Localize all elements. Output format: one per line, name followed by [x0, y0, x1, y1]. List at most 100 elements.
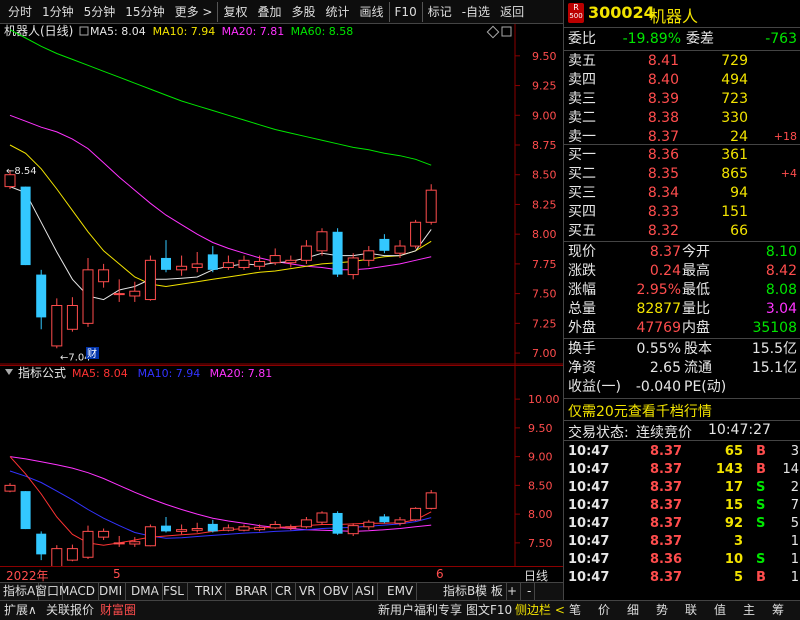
- toolbar-item-6[interactable]: 叠加: [252, 2, 286, 22]
- main-candle-11: [176, 265, 188, 271]
- sidebar-toggle[interactable]: 侧边栏 <: [515, 601, 565, 620]
- indicator-chart[interactable]: 10.00 9.50 9.00 8.50 8.00 7.50 指标公式 MA5: 8.04 MA…: [0, 365, 563, 566]
- main-candle-6: [98, 269, 110, 283]
- buy-volume: 94: [730, 185, 748, 201]
- divider: [564, 144, 800, 145]
- sell-label: 卖三: [568, 91, 596, 107]
- panel-tab-1[interactable]: 价: [598, 601, 610, 620]
- sub-candle-10: [161, 525, 171, 532]
- trade-row: 10:47 8.37 17 S 2: [564, 479, 800, 497]
- sub-candle-5: [82, 530, 94, 558]
- buy-row-3[interactable]: 买四 8.33 151: [564, 203, 800, 221]
- trade-count: 5: [790, 516, 799, 531]
- indicator-tab-4[interactable]: DMA: [128, 583, 163, 600]
- toolbar-item-7[interactable]: 多股: [286, 2, 320, 22]
- indicator-tab-10[interactable]: OBV: [320, 583, 353, 600]
- buy-volume: 151: [721, 204, 748, 220]
- y-tick-label: 8.50: [532, 169, 557, 182]
- level2-promo-link[interactable]: 仅需20元查看千档行情: [568, 401, 712, 421]
- panel-tab-4[interactable]: 联: [685, 601, 697, 620]
- buy-row-4[interactable]: 买五 8.32 66: [564, 222, 800, 240]
- stat-label: 现价: [568, 244, 596, 260]
- buy-row-1[interactable]: 买二 8.35 865 +4: [564, 165, 800, 183]
- toolbar-item-4[interactable]: 更多 >: [170, 2, 218, 22]
- stat2-value: 15.5亿: [751, 341, 797, 357]
- toolbar-item-5[interactable]: 复权: [217, 1, 252, 22]
- new-user-promo[interactable]: 新用户福利专享: [378, 601, 462, 620]
- sub-candle-17: [269, 523, 281, 529]
- toolbar-item-12[interactable]: -自选: [457, 2, 495, 22]
- trade-price: 8.37: [650, 480, 683, 495]
- indicator-tab-8[interactable]: CR: [272, 583, 296, 600]
- panel-tab-3[interactable]: 势: [656, 601, 668, 620]
- toolbar-item-3[interactable]: 15分钟: [120, 2, 169, 22]
- expand-button[interactable]: 扩展∧: [4, 601, 37, 620]
- webi-row: 委比 -19.89% 委差 -763: [564, 30, 800, 48]
- panel-tabs: 笔价细势联值主筹: [563, 601, 800, 620]
- indicator-tab-16[interactable]: -: [524, 583, 536, 600]
- related-quote-tab[interactable]: 关联报价: [46, 601, 94, 620]
- sub-candle-11: [176, 529, 188, 532]
- toolbar-item-9[interactable]: 画线: [355, 2, 389, 22]
- sub-candle-0: [4, 484, 16, 492]
- time-axis-label-may: 5: [113, 567, 121, 581]
- sub-candle-19: [300, 519, 312, 528]
- indicator-tab-2[interactable]: MACD: [56, 583, 99, 600]
- panel-tab-6[interactable]: 主: [743, 601, 755, 620]
- trade-time: 10:47: [568, 570, 610, 585]
- buy-row-2[interactable]: 买三 8.34 94: [564, 184, 800, 202]
- main-candle-20: [316, 231, 328, 252]
- ma-legend-1: MA10: 7.94: [153, 25, 216, 38]
- wealth-circle-tab[interactable]: 财富圈: [100, 601, 136, 620]
- f10-tab[interactable]: 图文F10: [466, 601, 512, 620]
- panel-tab-0[interactable]: 笔: [569, 601, 581, 620]
- divider: [564, 338, 800, 339]
- stat2-value: -0.040: [635, 379, 681, 395]
- toolbar-item-10[interactable]: F10: [388, 1, 422, 22]
- sub-ma-legend-0: MA5: 8.04: [72, 367, 128, 380]
- toolbar-item-2[interactable]: 5分钟: [79, 2, 121, 22]
- indicator-tab-14[interactable]: 模 板: [472, 583, 507, 600]
- toolbar-item-1[interactable]: 1分钟: [37, 2, 79, 22]
- stat-value: 8.37: [649, 244, 681, 260]
- sub-candle-9: [144, 526, 156, 547]
- panel-tab-5[interactable]: 值: [714, 601, 726, 620]
- buy-row-0[interactable]: 买一 8.36 361: [564, 146, 800, 164]
- stat2-value: 2.65: [649, 360, 681, 376]
- toolbar-item-13[interactable]: 返回: [495, 2, 529, 22]
- indicator-tab-5[interactable]: FSL: [160, 583, 188, 600]
- indicator-tab-11[interactable]: ASI: [352, 583, 379, 600]
- bottom-bar: 扩展∧ 关联报价 财富圈 新用户福利专享 图文F10 侧边栏 < 笔价细势联值主…: [0, 600, 800, 620]
- trade-time: 10:47: [568, 552, 610, 567]
- sub-candle-1: [20, 491, 31, 530]
- trade-count: 14: [782, 462, 799, 477]
- y-tick-label: 7.25: [532, 317, 557, 330]
- main-candle-10: [161, 257, 171, 270]
- indicator-tab-6[interactable]: TRIX: [192, 583, 227, 600]
- toolbar-item-0[interactable]: 分时: [3, 2, 37, 22]
- indicator-tab-3[interactable]: DMI: [96, 583, 127, 600]
- sell-row-1[interactable]: 卖四 8.40 494: [564, 71, 800, 89]
- indicator-tab-7[interactable]: BRAR: [232, 583, 272, 600]
- trade-row: 10:47 8.37 65 B 3: [564, 443, 800, 461]
- toolbar-item-11[interactable]: 标记: [421, 1, 457, 22]
- buy-volume: 361: [721, 147, 748, 163]
- sell-row-0[interactable]: 卖五 8.41 729: [564, 52, 800, 70]
- main-candle-24: [379, 238, 390, 251]
- trade-side: S: [756, 552, 766, 567]
- main-candle-25: [394, 245, 406, 254]
- trade-count: 7: [790, 498, 799, 513]
- trade-count: 1: [790, 552, 799, 567]
- indicator-tab-9[interactable]: VR: [296, 583, 320, 600]
- indicator-tab-12[interactable]: EMV: [384, 583, 418, 600]
- sell-row-2[interactable]: 卖三 8.39 723: [564, 90, 800, 108]
- toolbar-item-8[interactable]: 统计: [321, 2, 355, 22]
- panel-tab-2[interactable]: 细: [627, 601, 639, 620]
- stat-value: 82877: [636, 301, 681, 317]
- candlestick-chart[interactable]: 9.50 9.25 9.00 8.75 8.50 8.25 8.00 7.75 7.50 7.25…: [0, 24, 563, 365]
- main-candle-7: [113, 293, 125, 296]
- sell-row-3[interactable]: 卖二 8.38 330: [564, 109, 800, 127]
- indicator-tab-15[interactable]: +: [504, 583, 522, 600]
- panel-tab-7[interactable]: 筹: [772, 601, 784, 620]
- divider: [564, 50, 800, 51]
